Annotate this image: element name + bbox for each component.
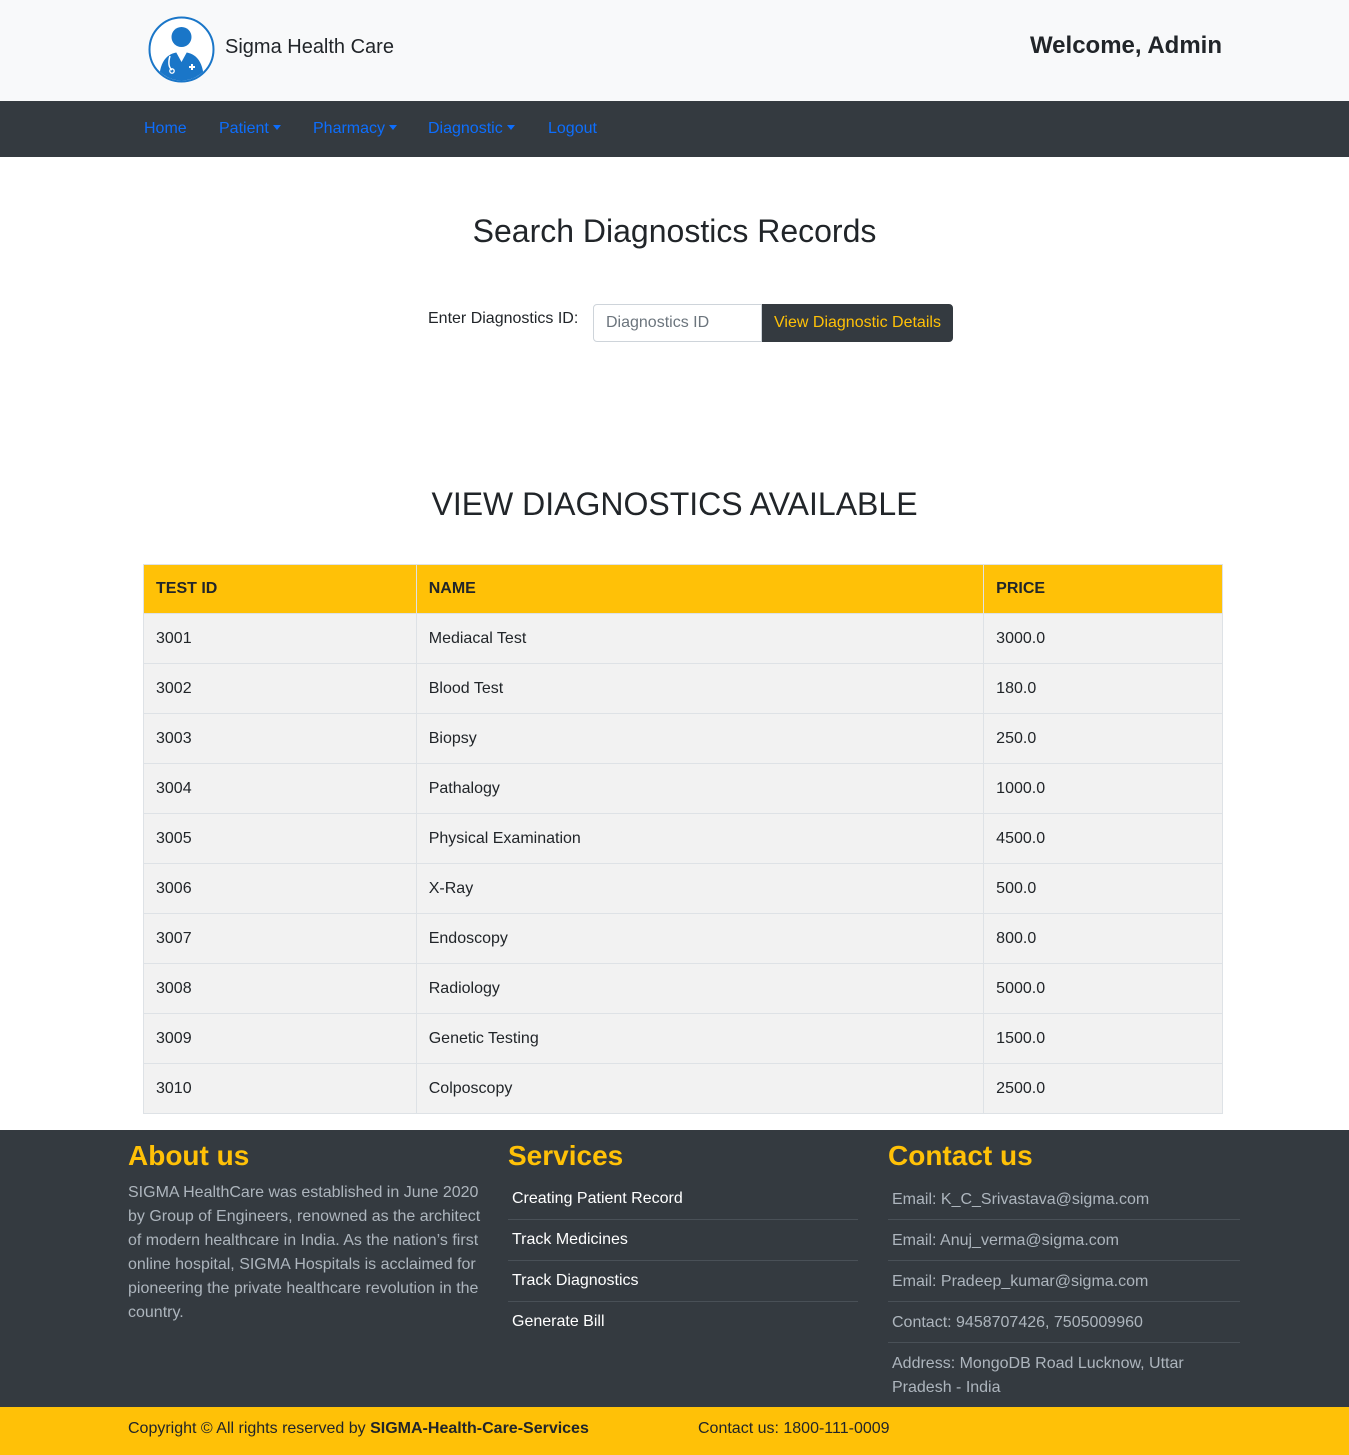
contact-address: Address: MongoDB Road Lucknow, Uttar Pra… — [892, 1355, 1184, 1396]
diagnostics-id-label: Enter Diagnostics ID: — [428, 310, 579, 327]
test-name-cell: Radiology — [415, 963, 985, 1014]
nav-patient-dropdown[interactable]: Patient — [219, 120, 281, 138]
nav-diagnostic-label: Diagnostic — [428, 120, 503, 137]
caret-down-icon — [506, 125, 515, 130]
table-row: 3006 X-Ray 500.0 — [143, 863, 1223, 914]
test-price-cell: 4500.0 — [983, 813, 1223, 864]
about-text: SIGMA HealthCare was established in June… — [128, 1184, 481, 1321]
column-header-test-id: TEST ID — [143, 564, 417, 614]
test-price-cell: 800.0 — [983, 913, 1223, 964]
brand-name[interactable]: Sigma Health Care — [225, 36, 394, 59]
contact-email: Email: Pradeep_kumar@sigma.com — [888, 1261, 1240, 1302]
test-id-cell: 3010 — [143, 1063, 417, 1114]
nav-pharmacy-dropdown[interactable]: Pharmacy — [313, 120, 398, 138]
diagnostics-id-input[interactable] — [593, 304, 762, 342]
nav-home[interactable]: Home — [144, 120, 187, 138]
service-link-generate-bill[interactable]: Generate Bill — [508, 1302, 858, 1343]
bottom-bar: Copyright © All rights reserved by SIGMA… — [0, 1407, 1349, 1455]
test-id-cell: 3005 — [143, 813, 417, 864]
test-name-cell: Mediacal Test — [415, 613, 985, 664]
test-id-cell: 3002 — [143, 663, 417, 714]
test-price-cell: 5000.0 — [983, 963, 1223, 1014]
caret-down-icon — [389, 125, 398, 130]
column-header-name: NAME — [415, 564, 985, 614]
test-price-cell: 500.0 — [983, 863, 1223, 914]
table-row: 3004 Pathalogy 1000.0 — [143, 763, 1223, 814]
test-name-cell: Biopsy — [415, 713, 985, 764]
contact-email: Email: Anuj_verma@sigma.com — [888, 1220, 1240, 1261]
table-row: 3003 Biopsy 250.0 — [143, 713, 1223, 764]
test-price-cell: 250.0 — [983, 713, 1223, 764]
table-row: 3002 Blood Test 180.0 — [143, 663, 1223, 714]
diagnostics-table: TEST ID NAME PRICE 3001 Mediacal Test 3000… — [143, 564, 1223, 1114]
nav-pharmacy-label: Pharmacy — [313, 120, 386, 137]
table-row: 3010 Colposcopy 2500.0 — [143, 1063, 1223, 1114]
contact-heading: Contact us — [888, 1140, 1033, 1171]
services-list: Creating Patient Record Track Medicines … — [508, 1179, 858, 1343]
contact-phone: Contact: 9458707426, 7505009960 — [888, 1302, 1240, 1343]
test-price-cell: 2500.0 — [983, 1063, 1223, 1114]
test-price-cell: 1500.0 — [983, 1013, 1223, 1064]
table-row: 3001 Mediacal Test 3000.0 — [143, 613, 1223, 664]
test-id-cell: 3006 — [143, 863, 417, 914]
test-id-cell: 3003 — [143, 713, 417, 764]
column-header-price: PRICE — [983, 564, 1223, 614]
table-header-row: TEST ID NAME PRICE — [143, 564, 1223, 614]
contact-list: Email: K_C_Srivastava@sigma.com Email: A… — [888, 1179, 1240, 1409]
test-price-cell: 3000.0 — [983, 613, 1223, 664]
test-id-cell: 3004 — [143, 763, 417, 814]
test-name-cell: X-Ray — [415, 863, 985, 914]
test-name-cell: Colposcopy — [415, 1063, 985, 1114]
doctor-logo-icon[interactable] — [148, 16, 215, 83]
site-footer: About us SIGMA HealthCare was establishe… — [0, 1130, 1349, 1407]
main-navbar: Home Patient Pharmacy Diagnostic Logout — [0, 101, 1349, 157]
table-row: 3007 Endoscopy 800.0 — [143, 913, 1223, 964]
test-id-cell: 3008 — [143, 963, 417, 1014]
copyright-text: Copyright © All rights reserved by SIGMA… — [128, 1420, 589, 1438]
test-price-cell: 1000.0 — [983, 763, 1223, 814]
caret-down-icon — [272, 125, 281, 130]
about-heading: About us — [128, 1140, 250, 1171]
welcome-message: Welcome, Admin — [1029, 32, 1222, 59]
table-row: 3008 Radiology 5000.0 — [143, 963, 1223, 1014]
test-name-cell: Pathalogy — [415, 763, 985, 814]
test-id-cell: 3001 — [143, 613, 417, 664]
nav-logout[interactable]: Logout — [548, 120, 597, 138]
table-row: 3009 Genetic Testing 1500.0 — [143, 1013, 1223, 1064]
helpline-text: Contact us: 1800-111-0009 — [698, 1420, 890, 1437]
contact-email: Email: K_C_Srivastava@sigma.com — [888, 1179, 1240, 1220]
test-name-cell: Genetic Testing — [415, 1013, 985, 1064]
table-row: 3005 Physical Examination 4500.0 — [143, 813, 1223, 864]
copyright-prefix: Copyright © All rights reserved by — [128, 1420, 371, 1437]
view-diagnostic-details-button[interactable]: View Diagnostic Details — [762, 304, 953, 342]
copyright-organization: SIGMA-Health-Care-Services — [370, 1420, 589, 1437]
diagnostics-table-title: VIEW DIAGNOSTICS AVAILABLE — [431, 486, 918, 522]
test-price-cell: 180.0 — [983, 663, 1223, 714]
test-name-cell: Blood Test — [415, 663, 985, 714]
search-title: Search Diagnostics Records — [472, 213, 877, 249]
nav-diagnostic-dropdown[interactable]: Diagnostic — [428, 120, 515, 138]
test-id-cell: 3009 — [143, 1013, 417, 1064]
service-link-patient-record[interactable]: Creating Patient Record — [508, 1179, 858, 1220]
nav-patient-label: Patient — [219, 120, 269, 137]
services-heading: Services — [508, 1140, 624, 1171]
top-header: Sigma Health Care Welcome, Admin — [0, 0, 1349, 101]
test-id-cell: 3007 — [143, 913, 417, 964]
test-name-cell: Endoscopy — [415, 913, 985, 964]
service-link-track-diagnostics[interactable]: Track Diagnostics — [508, 1261, 858, 1302]
service-link-track-medicines[interactable]: Track Medicines — [508, 1220, 858, 1261]
test-name-cell: Physical Examination — [415, 813, 985, 864]
